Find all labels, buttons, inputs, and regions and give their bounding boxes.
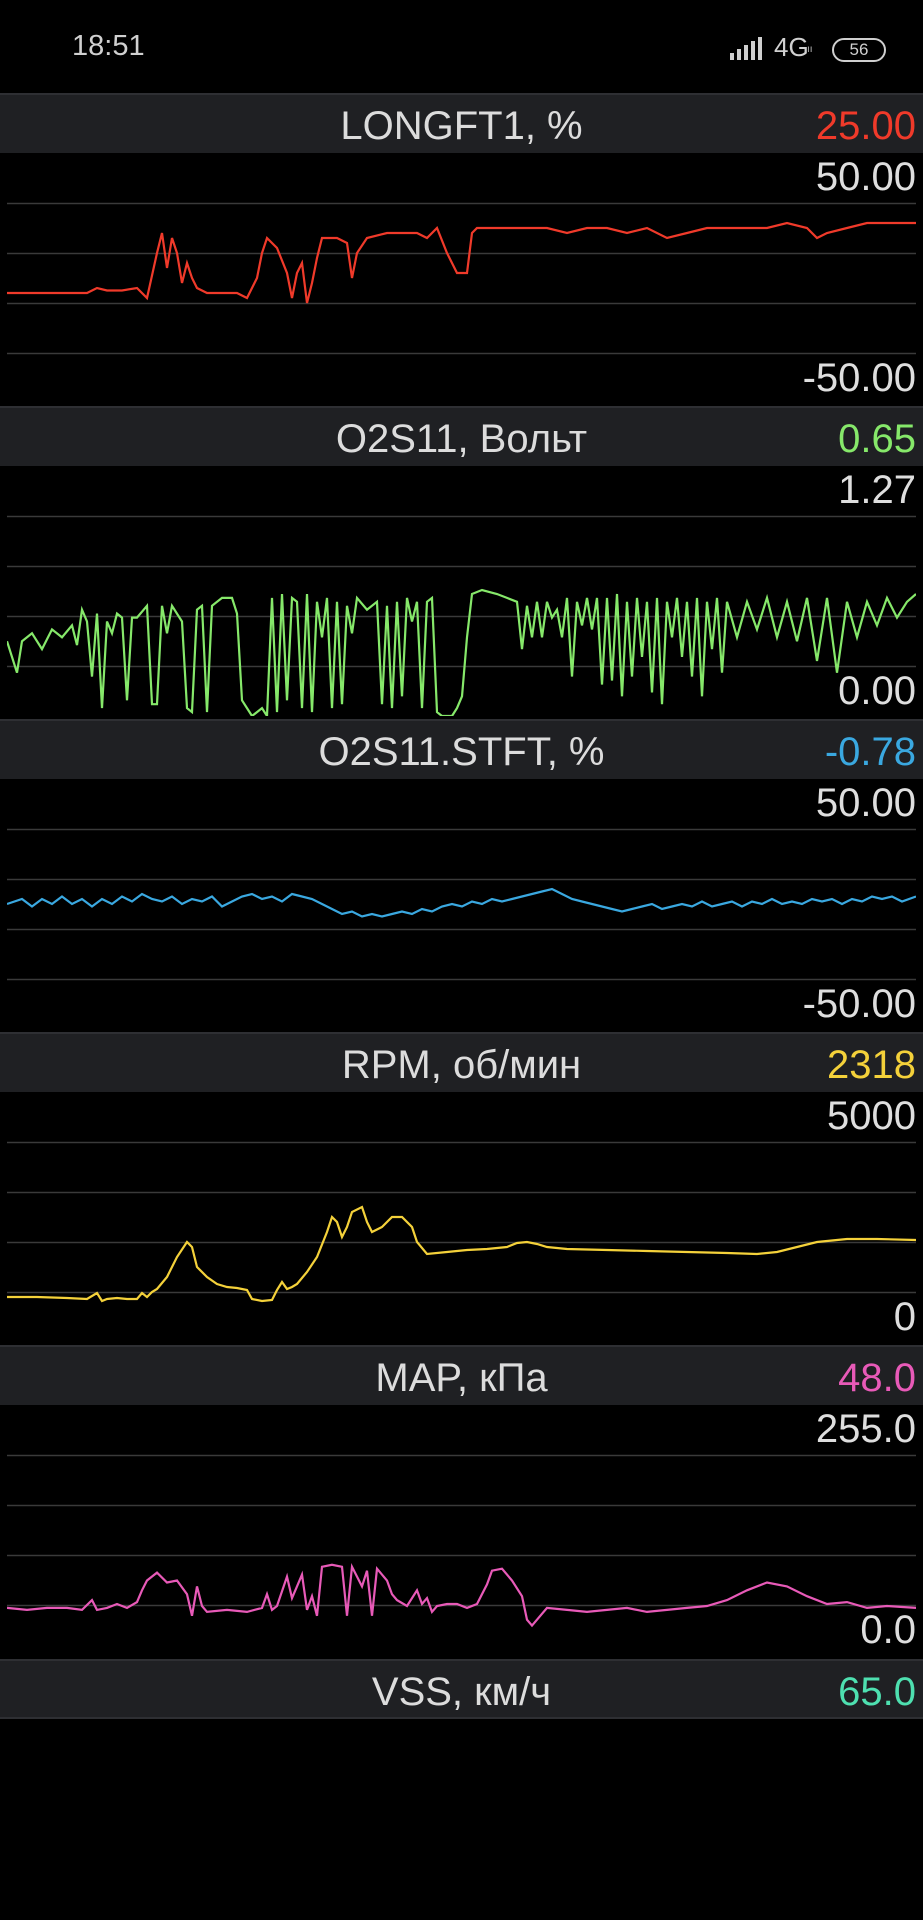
battery-icon: 56 <box>832 38 886 62</box>
gauge-value: 48.0 <box>838 1356 916 1400</box>
gauge-header: RPM, об/мин 2318 <box>0 1032 923 1092</box>
gauge-chart <box>7 202 916 355</box>
gauge-title: LONGFT1, % <box>340 104 583 148</box>
gauge-header: MAP, кПа 48.0 <box>0 1345 923 1405</box>
gauge-chart <box>7 1454 916 1628</box>
gauge-value: 2318 <box>827 1043 916 1087</box>
gauge-header: LONGFT1, % 25.00 <box>0 93 923 153</box>
gauge-value: 25.00 <box>815 104 916 148</box>
gauge-title: MAP, кПа <box>375 1356 548 1400</box>
network-type: 4G <box>774 32 809 62</box>
scale-min-label: 0.00 <box>838 669 916 713</box>
gauge-map[interactable]: MAP, кПа 48.0 255.0 0.0 <box>0 1345 923 1655</box>
scale-max-label: 50.00 <box>815 155 916 199</box>
gauge-plot: 1.27 0.00 <box>7 466 916 716</box>
series-line <box>7 887 916 918</box>
series-line <box>7 588 916 716</box>
gauge-value: 65.0 <box>838 1670 916 1714</box>
gauge-chart <box>7 1141 916 1303</box>
gauge-o2s11_stft[interactable]: O2S11.STFT, % -0.78 50.00 -50.00 <box>0 719 923 1029</box>
gauge-header: VSS, км/ч 65.0 <box>0 1659 923 1719</box>
scale-max-label: 50.00 <box>815 781 916 825</box>
signal-bars-icon <box>730 37 762 60</box>
series-line <box>7 1205 916 1303</box>
gauge-header: O2S11, Вольт 0.65 <box>0 406 923 466</box>
scale-min-label: -50.00 <box>802 356 916 400</box>
scale-max-label: 5000 <box>827 1094 916 1138</box>
gauge-vss[interactable]: VSS, км/ч 65.0 <box>0 1659 923 1719</box>
series-line <box>7 1562 916 1628</box>
gauge-title: VSS, км/ч <box>371 1670 552 1714</box>
gauge-plot: 255.0 0.0 <box>7 1405 916 1655</box>
scale-min-label: 0.0 <box>860 1608 916 1652</box>
gauge-title: O2S11, Вольт <box>335 417 588 461</box>
scale-min-label: -50.00 <box>802 982 916 1026</box>
gauge-rpm[interactable]: RPM, об/мин 2318 5000 0 <box>0 1032 923 1342</box>
network-activity: ıı <box>807 44 813 55</box>
status-bar: 18:51 4G ıı 56 <box>0 0 923 95</box>
gauge-value: -0.78 <box>824 730 916 774</box>
gauge-o2s11[interactable]: O2S11, Вольт 0.65 1.27 0.00 <box>0 406 923 716</box>
gauge-chart <box>7 828 916 981</box>
gauge-chart <box>7 515 916 716</box>
scale-max-label: 1.27 <box>838 468 916 512</box>
gauge-plot: 5000 0 <box>7 1092 916 1342</box>
series-line <box>7 221 916 304</box>
gauge-header: O2S11.STFT, % -0.78 <box>0 719 923 779</box>
scale-max-label: 255.0 <box>815 1407 916 1451</box>
clock: 18:51 <box>72 30 145 62</box>
gauge-longft1[interactable]: LONGFT1, % 25.00 50.00 -50.00 <box>0 93 923 403</box>
gauge-title: O2S11.STFT, % <box>318 730 605 774</box>
gauge-title: RPM, об/мин <box>341 1043 582 1087</box>
gauge-plot: 50.00 -50.00 <box>7 153 916 403</box>
gauge-plot: 50.00 -50.00 <box>7 779 916 1029</box>
gauge-value: 0.65 <box>838 417 916 461</box>
scale-min-label: 0 <box>893 1295 916 1339</box>
